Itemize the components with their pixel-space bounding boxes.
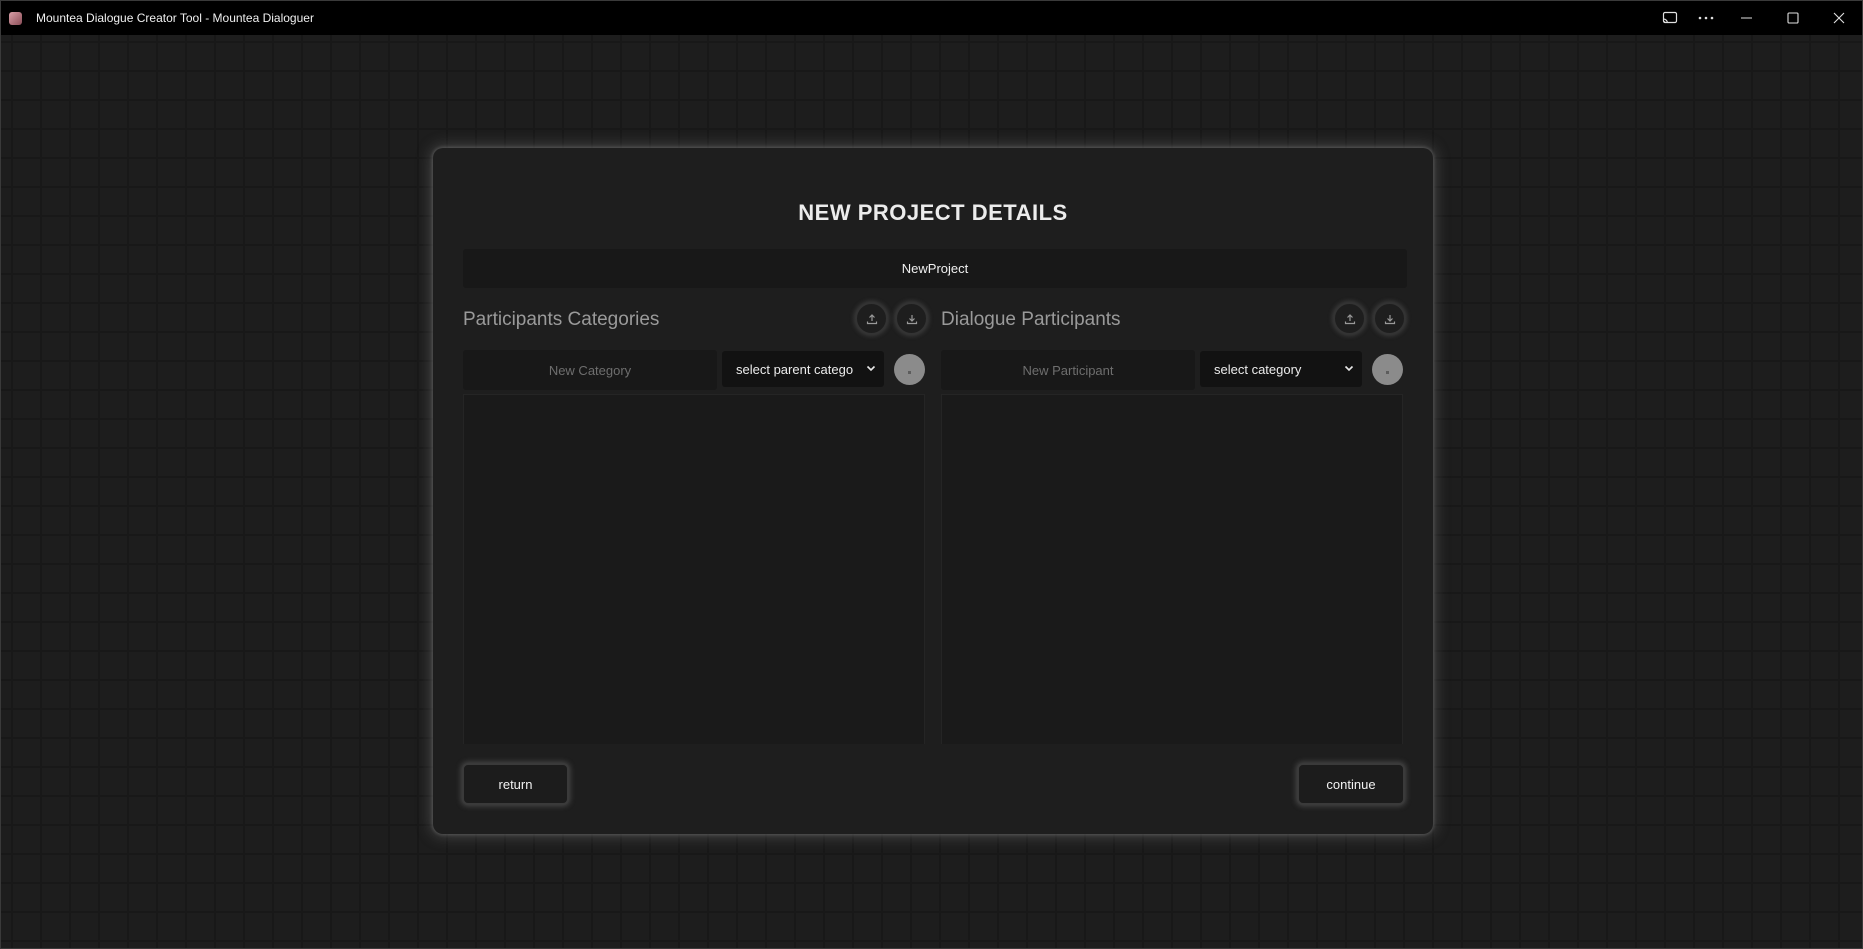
continue-button[interactable]: continue	[1297, 763, 1405, 805]
maximize-button[interactable]	[1770, 1, 1816, 35]
maximize-icon	[1787, 12, 1799, 24]
new-participant-input[interactable]	[941, 350, 1195, 390]
add-icon	[908, 371, 911, 374]
upload-icon	[866, 313, 877, 324]
parent-category-select-value: select parent catego	[736, 361, 854, 377]
chevron-down-icon	[1344, 365, 1354, 372]
close-icon	[1833, 12, 1845, 24]
parent-category-select[interactable]: select parent catego	[722, 351, 884, 387]
categories-panel: Participants Categories New Category sel…	[463, 298, 928, 744]
download-icon	[906, 314, 917, 324]
participant-category-select[interactable]: select category	[1200, 351, 1362, 387]
categories-header: Participants Categories	[463, 298, 928, 340]
participants-header: Dialogue Participants	[941, 298, 1406, 340]
categories-title: Participants Categories	[463, 309, 660, 330]
app-window: Mountea Dialogue Creator Tool - Mountea …	[0, 0, 1863, 949]
participant-input-row: select category	[941, 350, 1403, 390]
export-categories-button[interactable]	[895, 302, 928, 335]
new-project-dialog: NEW PROJECT DETAILS Participants Categor…	[433, 148, 1433, 834]
return-button[interactable]: return	[462, 763, 569, 805]
minimize-button[interactable]	[1724, 1, 1770, 35]
title-bar: Mountea Dialogue Creator Tool - Mountea …	[1, 1, 1862, 35]
categories-list[interactable]	[463, 394, 925, 744]
app-logo-icon	[9, 11, 22, 25]
participants-title: Dialogue Participants	[941, 309, 1121, 330]
minimize-icon	[1741, 17, 1752, 19]
project-name-input[interactable]	[463, 249, 1407, 288]
participants-panel: Dialogue Participants New Participant se…	[941, 298, 1406, 744]
upload-icon	[1344, 313, 1355, 324]
categories-io-buttons	[855, 302, 928, 335]
new-category-input[interactable]	[463, 350, 717, 390]
window-title: Mountea Dialogue Creator Tool - Mountea …	[36, 11, 314, 25]
category-input-row: select parent catego	[463, 350, 925, 390]
cast-icon	[1662, 11, 1678, 24]
window-controls	[1652, 1, 1862, 35]
import-categories-button[interactable]	[855, 302, 888, 335]
add-participant-button[interactable]	[1372, 354, 1403, 385]
export-participants-button[interactable]	[1373, 302, 1406, 335]
download-icon	[1384, 314, 1395, 324]
cast-button[interactable]	[1652, 1, 1688, 35]
add-icon	[1386, 371, 1389, 374]
more-icon	[1698, 16, 1714, 20]
import-participants-button[interactable]	[1333, 302, 1366, 335]
participant-category-select-value: select category	[1214, 361, 1302, 377]
close-button[interactable]	[1816, 1, 1862, 35]
participants-io-buttons	[1333, 302, 1406, 335]
add-category-button[interactable]	[894, 354, 925, 385]
participants-list[interactable]	[941, 394, 1403, 744]
chevron-down-icon	[866, 365, 876, 372]
dialog-title: NEW PROJECT DETAILS	[798, 200, 1068, 225]
more-options-button[interactable]	[1688, 1, 1724, 35]
